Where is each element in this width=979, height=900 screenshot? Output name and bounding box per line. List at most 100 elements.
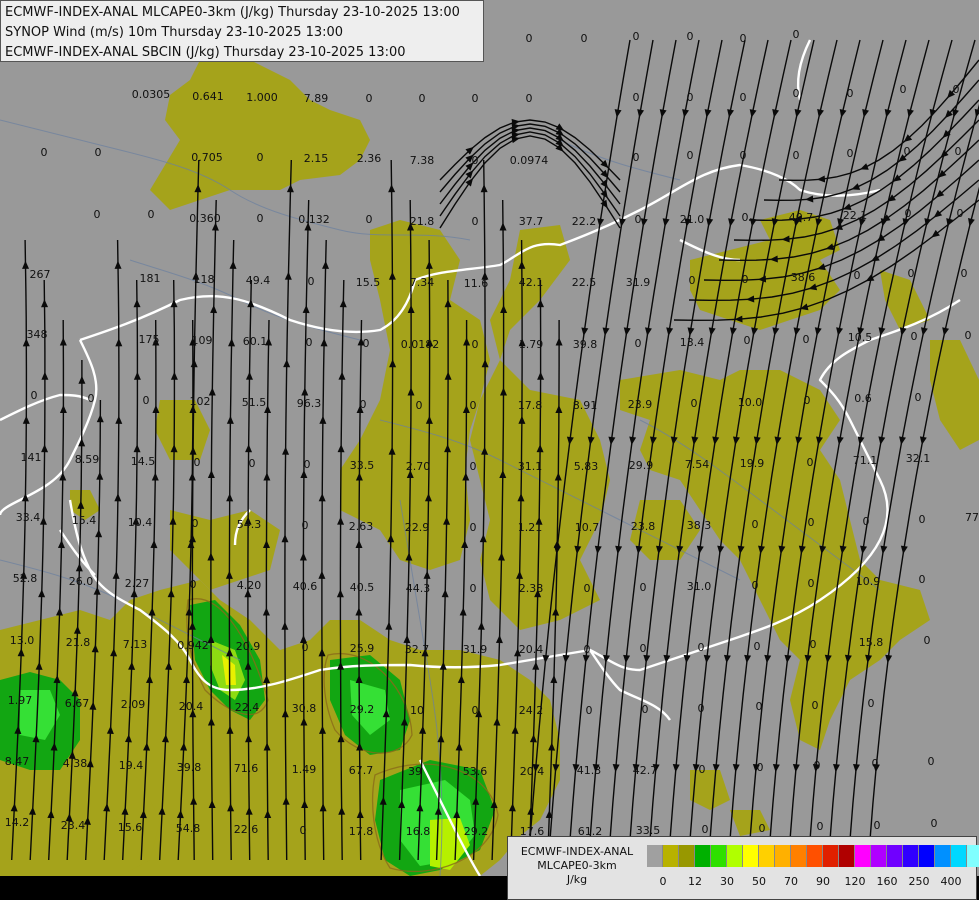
cape-value: 22.5 [572, 276, 597, 289]
cape-value: 20.4 [520, 765, 545, 778]
cape-value: 23.9 [628, 398, 653, 411]
cape-value: 0 [584, 582, 591, 595]
cape-value: 0 [300, 824, 307, 837]
cape-value: 0 [812, 699, 819, 712]
cape-value: 0.0974 [510, 154, 549, 167]
cape-value: 16.8 [406, 825, 431, 838]
cape-value: 13.0 [10, 634, 35, 647]
legend-tick-label: 400 [940, 875, 962, 888]
cape-value: 0 [584, 643, 591, 656]
cape-value: 0 [847, 87, 854, 100]
cape-value: 0 [953, 83, 960, 96]
color-legend: ECMWF-INDEX-ANAL MLCAPE0-3km J/kg 0 12 30 5… [507, 836, 979, 900]
cape-value: 4.20 [237, 579, 262, 592]
cape-value: 0 [257, 212, 264, 225]
cape-value: 37.7 [519, 215, 544, 228]
cape-value: 7.38 [410, 154, 435, 167]
legend-ticks: 0 12 30 50 70 90 120 160 250 400 [647, 875, 975, 889]
legend-swatch [743, 845, 759, 867]
cape-value: 7.34 [410, 276, 435, 289]
cape-value: 118 [194, 273, 215, 286]
cape-value: 0 [635, 337, 642, 350]
legend-title-param: MLCAPE0-3km [537, 859, 617, 872]
cape-value: 0 [756, 700, 763, 713]
cape-value: 0 [94, 208, 101, 221]
cape-value: 1.49 [292, 763, 317, 776]
cape-value: 23.8 [631, 520, 656, 533]
cape-value: 0.360 [189, 212, 221, 225]
cape-value: 2.09 [121, 698, 146, 711]
cape-value: 39 [408, 765, 422, 778]
cape-value: 0 [302, 641, 309, 654]
cape-value: 0 [366, 213, 373, 226]
cape-value: 0 [742, 273, 749, 286]
cape-value: 0 [472, 704, 479, 717]
cape-value: 0 [740, 91, 747, 104]
cape-value: 0 [928, 755, 935, 768]
cape-value: 0 [900, 83, 907, 96]
cape-value: 0.132 [298, 213, 330, 226]
cape-value: 181 [140, 272, 161, 285]
cape-value: 0 [924, 634, 931, 647]
cape-value: 22.9 [405, 521, 430, 534]
cape-value: 40.7 [789, 211, 814, 224]
cape-value: 0 [642, 703, 649, 716]
cape-value: 1.79 [519, 338, 544, 351]
cape-value: 42.7 [633, 764, 658, 777]
cape-value: 14.2 [5, 816, 30, 829]
cape-value: 25.9 [350, 642, 375, 655]
legend-swatch [791, 845, 807, 867]
cape-value: 0 [961, 267, 968, 280]
cape-value: 0 [702, 823, 709, 836]
cape-value: 0 [808, 516, 815, 529]
cape-value: 0 [957, 207, 964, 220]
legend-swatch [711, 845, 727, 867]
legend-tick-label: 120 [844, 875, 866, 888]
cape-value: 0 [687, 149, 694, 162]
cape-value: 0 [754, 640, 761, 653]
cape-value: 141 [21, 451, 42, 464]
cape-value: 0 [88, 392, 95, 405]
legend-swatch [759, 845, 775, 867]
cape-value: 175 [139, 333, 160, 346]
cape-value: 19.9 [740, 457, 765, 470]
legend-swatch [951, 845, 967, 867]
cape-value: 0 [863, 515, 870, 528]
cape-value: 0 [803, 333, 810, 346]
cape-value: 0 [854, 269, 861, 282]
cape-value: 49.4 [246, 274, 271, 287]
cape-value: 0 [586, 704, 593, 717]
legend-swatch [919, 845, 935, 867]
cape-value: 29.9 [629, 459, 654, 472]
cape-value: 20.9 [236, 640, 261, 653]
cape-value: 0 [95, 146, 102, 159]
cape-value: 11.6 [464, 277, 489, 290]
cape-value: 0 [633, 91, 640, 104]
cape-value: 0 [633, 30, 640, 43]
cape-value: 39.8 [177, 761, 202, 774]
cape-value: 102 [190, 395, 211, 408]
cape-value: 29.2 [350, 703, 375, 716]
legend-swatch [887, 845, 903, 867]
cape-value: 2.38 [519, 582, 544, 595]
cape-value: 15.6 [118, 821, 143, 834]
cape-value: 38.3 [687, 519, 712, 532]
cape-value: 109 [192, 334, 213, 347]
cape-value: 40.5 [350, 581, 375, 594]
cape-value: 0 [793, 149, 800, 162]
cape-value: 52.8 [13, 572, 38, 585]
cape-value: 0 [143, 394, 150, 407]
cape-value: 2.15 [304, 152, 329, 165]
legend-swatch [967, 845, 979, 867]
cape-value: 0 [868, 697, 875, 710]
cape-value: 0 [360, 398, 367, 411]
legend-swatch [935, 845, 951, 867]
cape-value: 0 [793, 28, 800, 41]
cape-value: 0 [306, 336, 313, 349]
cape-value: 0 [919, 513, 926, 526]
cape-value: 22.1 [843, 209, 868, 222]
cape-value: 0 [419, 92, 426, 105]
header-line-cin: ECMWF-INDEX-ANAL SBCIN (J/kg) Thursday 2… [5, 45, 406, 60]
legend-tick-label: 30 [720, 875, 734, 888]
legend-tick-label: 90 [816, 875, 830, 888]
